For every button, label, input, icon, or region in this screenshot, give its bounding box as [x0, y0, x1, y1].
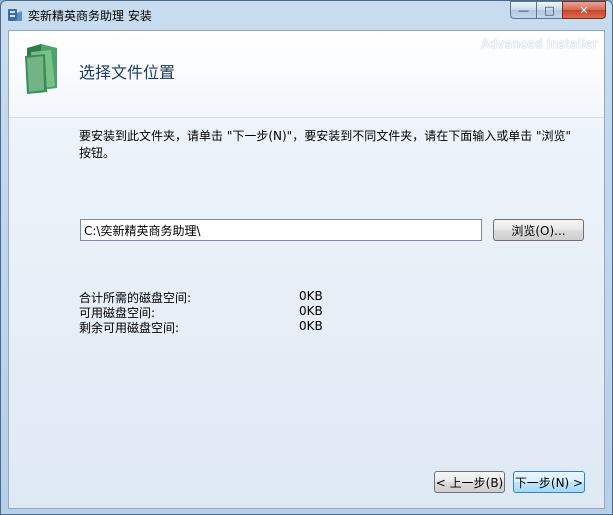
instruction-text: 要安装到此文件夹，请单击 "下一步(N)"，要安装到不同文件夹，请在下面输入或单…: [79, 129, 572, 160]
folder-icon: [25, 44, 57, 94]
window-title: 奕新精英商务助理 安装: [28, 9, 152, 23]
available-space-value: 0KB: [299, 304, 323, 318]
install-path-input[interactable]: [80, 219, 482, 241]
dialog-client-area: 选择文件位置 Advanced Installer 要安装到此文件夹，请单击 "…: [8, 30, 605, 509]
header-band: 选择文件位置 Advanced Installer: [9, 31, 604, 118]
maximize-button[interactable]: □: [536, 1, 562, 19]
close-icon: ✕: [579, 3, 589, 17]
advanced-installer-watermark: Advanced Installer: [481, 37, 598, 51]
back-button[interactable]: < 上一步(B): [434, 471, 505, 493]
minimize-button[interactable]: —: [510, 1, 536, 19]
required-space-value: 0KB: [299, 289, 323, 303]
title-bar[interactable]: 奕新精英商务助理 安装 — □ ✕: [1, 1, 612, 29]
browse-button[interactable]: 浏览(O)...: [493, 219, 584, 241]
installer-app-icon: [8, 9, 22, 21]
minimize-icon: —: [518, 3, 529, 17]
remaining-space-value: 0KB: [299, 319, 323, 333]
page-title: 选择文件位置: [79, 63, 176, 82]
maximize-icon: □: [544, 3, 555, 17]
close-button[interactable]: ✕: [562, 1, 606, 19]
window-controls: — □ ✕: [510, 1, 606, 19]
installer-window: 奕新精英商务助理 安装 — □ ✕ 选择文件位置 Advanced Instal…: [0, 0, 613, 515]
next-button[interactable]: 下一步(N) >: [513, 471, 585, 493]
remaining-space-label: 剩余可用磁盘空间:: [79, 321, 180, 335]
